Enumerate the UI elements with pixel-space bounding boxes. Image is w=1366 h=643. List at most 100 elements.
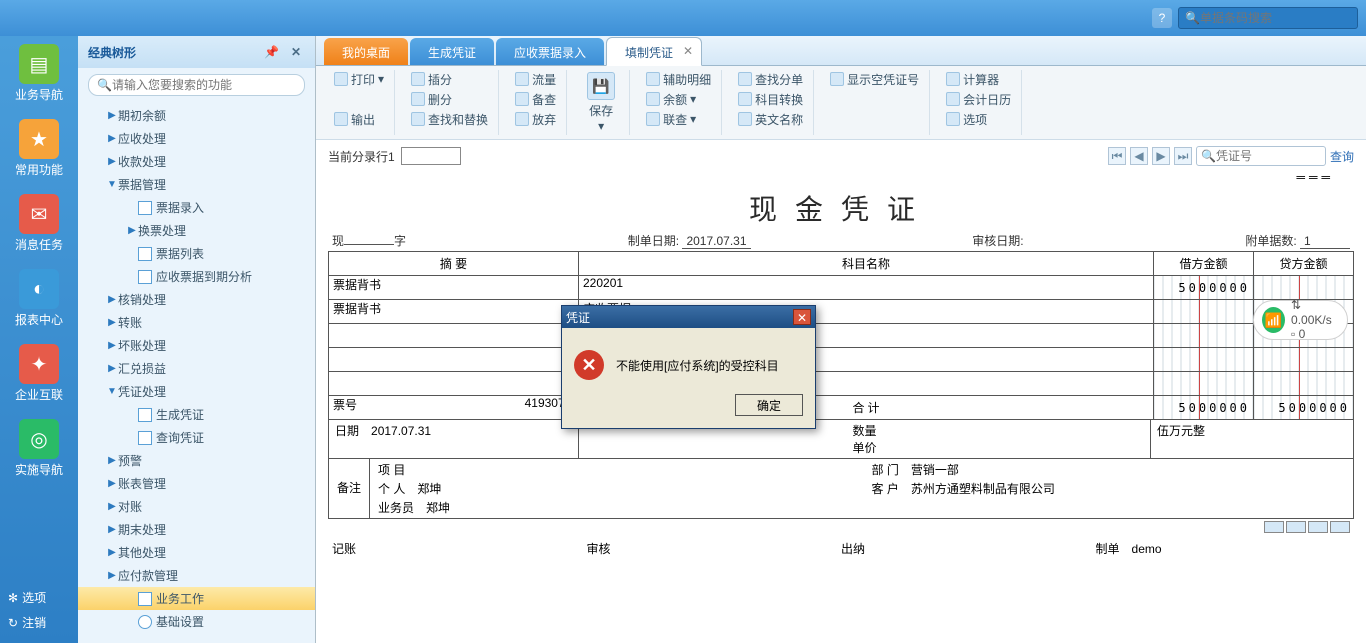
tab-receivable[interactable]: 应收票据录入 [496,38,604,65]
nav-logout[interactable]: ↻注销 [0,610,78,635]
voucher-row[interactable] [329,348,1354,372]
btn-insert[interactable]: 插分 [409,70,490,88]
tree-node[interactable]: ▶其他处理 [78,541,315,564]
query-link[interactable]: 查询 [1330,148,1354,165]
footer-icon[interactable] [1308,521,1328,533]
nav-reports[interactable]: ◐报表中心 [0,261,78,336]
footer-icon[interactable] [1286,521,1306,533]
pin-icon[interactable]: 📌 [260,45,283,59]
calc-icon [946,72,960,86]
ok-button[interactable]: 确定 [735,394,803,416]
btn-output[interactable]: 输出 [332,110,386,128]
nav-options[interactable]: ✻选项 [0,585,78,610]
tree-node[interactable]: ▶期末处理 [78,518,315,541]
link-icon [646,112,660,126]
nav-prev[interactable]: ◀ [1130,147,1148,165]
chevron-icon: ▶ [106,547,118,558]
info-icon [830,72,844,86]
tree-node[interactable]: 查询凭证 [78,426,315,449]
btn-aux[interactable]: 辅助明细 [644,70,713,88]
tree-search-box[interactable]: 🔍 [88,74,305,96]
btn-print[interactable]: 打印 ▾ [332,70,386,88]
tree-node[interactable]: ▶应收处理 [78,127,315,150]
tree-panel: 经典树形 📌 ✕ 🔍 ▶期初余额▶应收处理▶收款处理▼票据管理票据录入▶换票处理… [78,36,316,643]
tree-node[interactable]: ▶换票处理 [78,219,315,242]
tree-label: 基础设置 [156,613,204,630]
tree-node[interactable]: ▼票据管理 [78,173,315,196]
tree-node[interactable]: ▼凭证处理 [78,380,315,403]
nav-first[interactable]: ⏮ [1108,147,1126,165]
tree-node[interactable]: ▶核销处理 [78,288,315,311]
tree-node[interactable]: 基础设置 [78,610,315,633]
tree-node[interactable]: ▶应付款管理 [78,564,315,587]
tab-fillvoucher[interactable]: 填制凭证✕ [606,37,702,66]
close-icon[interactable]: ✕ [287,45,305,59]
tree-node[interactable]: 票据录入 [78,196,315,219]
nav-messages[interactable]: ✉消息任务 [0,186,78,261]
tree-node[interactable]: ▶账表管理 [78,472,315,495]
tree-node[interactable]: 业务工作 [78,587,315,610]
nav-common[interactable]: ★常用功能 [0,111,78,186]
voucher-search-input[interactable] [1216,149,1316,163]
nav-implement[interactable]: ◎实施导航 [0,411,78,486]
tab-desktop[interactable]: 我的桌面 [324,38,408,65]
btn-save[interactable]: 💾保存 ▾ [581,70,621,135]
tab-genvoucher[interactable]: 生成凭证 [410,38,494,65]
barcode-input[interactable] [1200,11,1340,25]
calendar-icon [946,92,960,106]
tree-scroll[interactable]: ▶期初余额▶应收处理▶收款处理▼票据管理票据录入▶换票处理票据列表应收票据到期分… [78,102,315,643]
nav-last[interactable]: ⏭ [1174,147,1192,165]
tree-node[interactable]: ▶对账 [78,495,315,518]
tree-node[interactable]: 应收票据到期分析 [78,265,315,288]
nav-business[interactable]: ▤业务导航 [0,36,78,111]
net-count: ▫ 0 [1291,327,1339,341]
btn-showempty[interactable]: 显示空凭证号 [828,70,921,88]
voucher-row[interactable] [329,324,1354,348]
tree-node[interactable]: ▶汇兑损益 [78,357,315,380]
chevron-icon: ▶ [106,570,118,581]
voucher-row[interactable] [329,372,1354,396]
btn-backup[interactable]: 备查 [513,90,558,108]
btn-calc[interactable]: 计算器 [944,70,1013,88]
tab-close-icon[interactable]: ✕ [683,44,693,58]
nav-enterprise[interactable]: ✦企业互联 [0,336,78,411]
footer-icon[interactable] [1330,521,1350,533]
btn-calendar[interactable]: 会计日历 [944,90,1013,108]
tree-node[interactable]: ▶坏账处理 [78,334,315,357]
tree-node[interactable]: ▶期初余额 [78,104,315,127]
dialog-close-icon[interactable]: ✕ [793,309,811,325]
tree-node[interactable]: 生成凭证 [78,403,315,426]
barcode-search[interactable]: 🔍 [1178,7,1358,29]
btn-opts[interactable]: 选项 [944,110,1013,128]
file-icon [138,592,152,606]
network-badge[interactable]: 📶 ⇅ 0.00K/s ▫ 0 [1253,300,1348,340]
btn-subjconv[interactable]: 科目转换 [736,90,805,108]
help-icon[interactable]: ? [1152,8,1172,28]
chevron-icon: ▶ [106,156,118,167]
flow-icon [515,72,529,86]
btn-discard[interactable]: 放弃 [513,110,558,128]
btn-delete[interactable]: 删分 [409,90,490,108]
search-icon: 🔍 [97,78,112,92]
btn-findentry[interactable]: 查找分单 [736,70,805,88]
tree-node[interactable]: 票据列表 [78,242,315,265]
tree-search-input[interactable] [112,78,296,92]
voucher-row[interactable]: 票据背书2202015000000 [329,276,1354,300]
tree-node[interactable]: ▶转账 [78,311,315,334]
dialog-title[interactable]: 凭证 ✕ [562,306,815,328]
footer-icon[interactable] [1264,521,1284,533]
voucher-table[interactable]: 摘 要 科目名称 借方金额 贷方金额 票据背书2202015000000票据背书… [328,251,1354,420]
voucher-search[interactable]: 🔍 [1196,146,1326,166]
tree-node[interactable]: ▶收款处理 [78,150,315,173]
btn-linked[interactable]: 联查 ▾ [644,110,713,128]
btn-balance[interactable]: 余额 ▾ [644,90,713,108]
nav-next[interactable]: ▶ [1152,147,1170,165]
btn-findreplace[interactable]: 查找和替换 [409,110,490,128]
voucher-row[interactable]: 票据背书应收票据 [329,300,1354,324]
tree-node[interactable]: ▶预警 [78,449,315,472]
btn-engname[interactable]: 英文名称 [736,110,805,128]
tree-label: 收款处理 [118,153,166,170]
left-nav: ▤业务导航 ★常用功能 ✉消息任务 ◐报表中心 ✦企业互联 ◎实施导航 ✻选项 … [0,36,78,643]
btn-flow[interactable]: 流量 [513,70,558,88]
cur-line-box[interactable] [401,147,461,165]
